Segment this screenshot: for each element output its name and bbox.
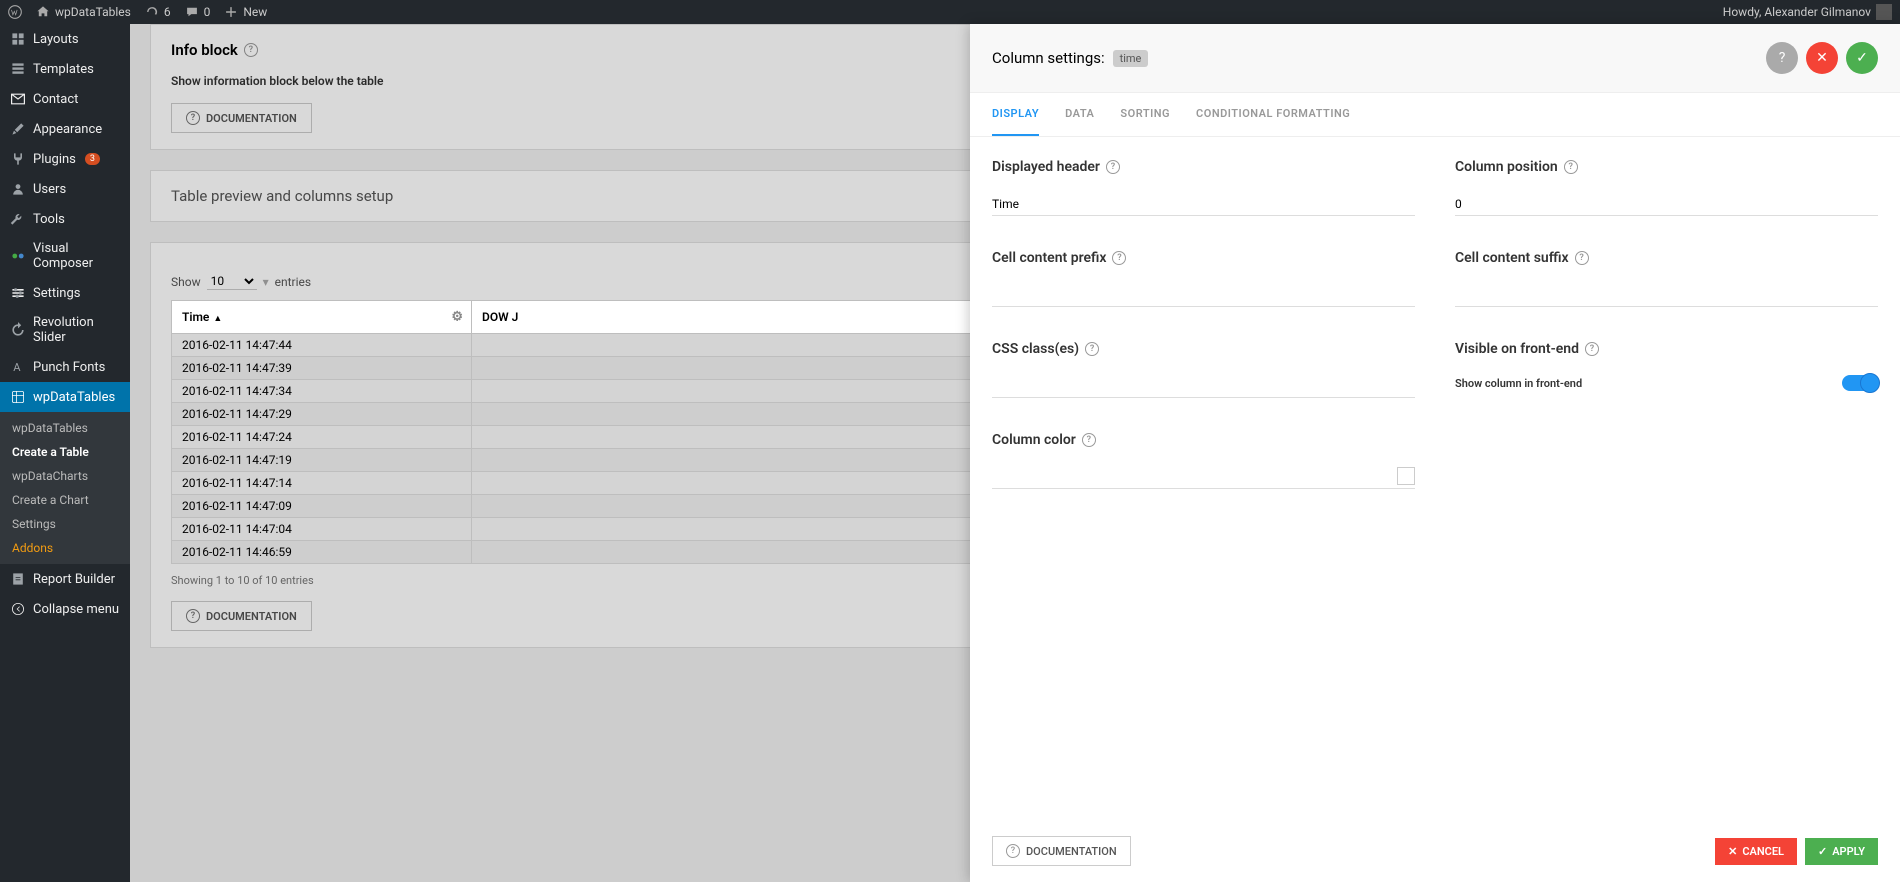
documentation-button[interactable]: ?DOCUMENTATION — [992, 836, 1131, 866]
sidebar-item-settings[interactable]: Settings — [0, 278, 130, 308]
sidebar-item-templates[interactable]: Templates — [0, 54, 130, 84]
sidebar-item-contact[interactable]: Contact — [0, 84, 130, 114]
tab-display[interactable]: DISPLAY — [992, 93, 1039, 136]
help-icon[interactable]: ? — [1112, 251, 1126, 265]
sidebar-item-report-builder[interactable]: Report Builder — [0, 564, 130, 594]
tab-conditional[interactable]: CONDITIONAL FORMATTING — [1196, 93, 1350, 136]
sidebar-item-layouts[interactable]: Layouts — [0, 24, 130, 54]
help-button[interactable]: ? — [1766, 42, 1798, 74]
column-position-label: Column position — [1455, 159, 1558, 175]
panel-title: Column settings: time — [992, 49, 1148, 67]
confirm-button[interactable]: ✓ — [1846, 42, 1878, 74]
sidebar-item-wpdatatables[interactable]: wpDataTables — [0, 382, 130, 412]
submenu-create-a-chart[interactable]: Create a Chart — [0, 488, 130, 512]
tab-sorting[interactable]: SORTING — [1120, 93, 1170, 136]
column-color-label: Column color — [992, 432, 1076, 448]
sidebar-item-revolution-slider[interactable]: Revolution Slider — [0, 308, 130, 352]
color-swatch[interactable] — [1397, 467, 1415, 485]
visible-label: Visible on front-end — [1455, 341, 1579, 357]
sidebar-item-tools[interactable]: Tools — [0, 204, 130, 234]
site-name-link[interactable]: wpDataTables — [36, 5, 131, 19]
displayed-header-label: Displayed header — [992, 159, 1100, 175]
column-tag: time — [1113, 50, 1149, 67]
visible-desc: Show column in front-end — [1455, 377, 1582, 390]
new-content-link[interactable]: New — [224, 5, 267, 19]
displayed-header-input[interactable] — [992, 193, 1415, 216]
cancel-button[interactable]: ✕ CANCEL — [1715, 838, 1797, 865]
sidebar-item-visual-composer[interactable]: Visual Composer — [0, 234, 130, 278]
submenu-create-a-table[interactable]: Create a Table — [0, 440, 130, 464]
admin-bar: wpDataTables 6 0 New Howdy, Alexander Gi… — [0, 0, 1900, 24]
help-icon[interactable]: ? — [1585, 342, 1599, 356]
apply-button[interactable]: ✓ APPLY — [1805, 838, 1878, 865]
submenu-settings[interactable]: Settings — [0, 512, 130, 536]
howdy-link[interactable]: Howdy, Alexander Gilmanov — [1723, 4, 1892, 20]
help-icon[interactable]: ? — [1085, 342, 1099, 356]
submenu-wpdatacharts[interactable]: wpDataCharts — [0, 464, 130, 488]
comments-link[interactable]: 0 — [185, 5, 211, 19]
tab-data[interactable]: DATA — [1065, 93, 1094, 136]
help-icon[interactable]: ? — [1575, 251, 1589, 265]
sidebar-item-collapse-menu[interactable]: Collapse menu — [0, 594, 130, 624]
help-icon[interactable]: ? — [1564, 160, 1578, 174]
cell-prefix-label: Cell content prefix — [992, 250, 1106, 266]
column-settings-panel: Column settings: time ? ✕ ✓ DISPLAY DATA… — [970, 24, 1900, 882]
help-icon[interactable]: ? — [1106, 160, 1120, 174]
css-classes-label: CSS class(es) — [992, 341, 1079, 357]
column-color-input[interactable] — [992, 466, 1415, 489]
cell-prefix-input[interactable] — [992, 284, 1415, 307]
admin-sidebar: LayoutsTemplatesContactAppearancePlugins… — [0, 24, 130, 882]
sidebar-item-plugins[interactable]: Plugins3 — [0, 144, 130, 174]
submenu-addons[interactable]: Addons — [0, 536, 130, 560]
column-header-time[interactable]: Time▲⚙ — [172, 301, 472, 334]
svg-text:A: A — [13, 361, 21, 374]
close-button[interactable]: ✕ — [1806, 42, 1838, 74]
css-classes-input[interactable] — [992, 375, 1415, 398]
help-icon[interactable]: ? — [1082, 433, 1096, 447]
avatar — [1876, 4, 1892, 20]
updates-link[interactable]: 6 — [145, 5, 171, 19]
gear-icon[interactable]: ⚙ — [451, 310, 463, 325]
panel-tabs: DISPLAY DATA SORTING CONDITIONAL FORMATT… — [970, 93, 1900, 137]
cell-suffix-input[interactable] — [1455, 284, 1878, 307]
cell-suffix-label: Cell content suffix — [1455, 250, 1569, 266]
sidebar-item-appearance[interactable]: Appearance — [0, 114, 130, 144]
sidebar-item-punch-fonts[interactable]: APunch Fonts — [0, 352, 130, 382]
wp-logo[interactable] — [8, 5, 22, 19]
sidebar-item-users[interactable]: Users — [0, 174, 130, 204]
submenu-wpdatatables[interactable]: wpDataTables — [0, 416, 130, 440]
column-position-input[interactable] — [1455, 193, 1878, 216]
visible-toggle[interactable] — [1842, 375, 1878, 391]
